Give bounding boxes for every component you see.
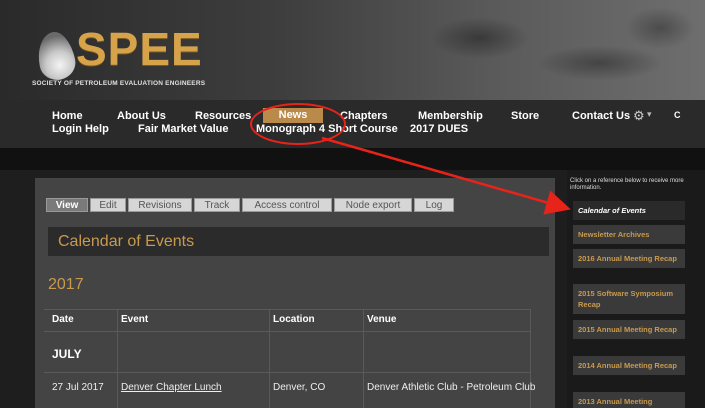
column-divider <box>530 309 531 408</box>
event-link[interactable]: Denver Chapter Lunch <box>121 382 222 393</box>
table-cell-location: Denver, CO <box>273 382 326 393</box>
col-header-date: Date <box>52 314 74 325</box>
spacer <box>0 148 705 170</box>
nav-about-us[interactable]: About Us <box>117 110 166 122</box>
sidebar-item-2013-annual-meeting[interactable]: 2013 Annual Meeting <box>573 392 685 408</box>
logo-tagline: SOCIETY OF PETROLEUM EVALUATION ENGINEER… <box>32 80 206 87</box>
nav-contact-us[interactable]: Contact Us <box>572 110 630 122</box>
year-heading: 2017 <box>48 276 84 293</box>
nav-resources[interactable]: Resources <box>195 110 251 122</box>
tab-view[interactable]: View <box>46 198 88 212</box>
sidebar-item-2014-annual-meeting-recap[interactable]: 2014 Annual Meeting Recap <box>573 356 685 375</box>
tab-access-control[interactable]: Access control <box>242 198 332 212</box>
tab-node-export[interactable]: Node export <box>334 198 412 212</box>
table-cell-date: 27 Jul 2017 <box>52 382 104 393</box>
col-header-event: Event <box>121 314 149 325</box>
tab-log[interactable]: Log <box>414 198 454 212</box>
gear-icon[interactable]: ⚙ <box>633 108 645 124</box>
nav-fair-market-value[interactable]: Fair Market Value <box>138 123 229 135</box>
nav-chapters[interactable]: Chapters <box>340 110 388 122</box>
column-divider <box>117 309 118 408</box>
month-group-label: JULY <box>52 347 82 361</box>
sidebar-item-2015-annual-meeting-recap[interactable]: 2015 Annual Meeting Recap <box>573 320 685 339</box>
site-header: SPEE SOCIETY OF PETROLEUM EVALUATION ENG… <box>0 0 705 100</box>
row-divider <box>44 372 530 373</box>
sidebar-item-2015-software-symposium-recap[interactable]: 2015 Software Symposium Recap <box>573 284 685 314</box>
table-cell-venue: Denver Athletic Club - Petroleum Club <box>367 382 536 393</box>
sidebar-item-2016-annual-meeting-recap[interactable]: 2016 Annual Meeting Recap <box>573 249 685 268</box>
flame-icon <box>33 28 79 84</box>
sidebar-item-newsletter-archives[interactable]: Newsletter Archives <box>573 225 685 244</box>
annotation-circle <box>250 103 346 145</box>
nav-edge-letter[interactable]: C <box>674 110 681 120</box>
nav-home[interactable]: Home <box>52 110 83 122</box>
chevron-down-icon[interactable]: ▾ <box>647 109 652 120</box>
sidebar-note: Click on a reference below to receive mo… <box>570 178 684 191</box>
nav-dues[interactable]: 2017 DUES <box>410 123 468 135</box>
nav-login-help[interactable]: Login Help <box>52 123 109 135</box>
column-divider <box>269 309 270 408</box>
logo-text: SPEE <box>76 23 203 75</box>
tab-edit[interactable]: Edit <box>90 198 126 212</box>
nav-store[interactable]: Store <box>511 110 539 122</box>
column-divider <box>363 309 364 408</box>
tab-revisions[interactable]: Revisions <box>128 198 192 212</box>
nav-membership[interactable]: Membership <box>418 110 483 122</box>
page-title-bar: Calendar of Events <box>48 227 549 256</box>
sidebar-item-calendar-of-events[interactable]: Calendar of Events <box>573 201 685 220</box>
tab-track[interactable]: Track <box>194 198 240 212</box>
spee-logo[interactable]: SPEE SOCIETY OF PETROLEUM EVALUATION ENG… <box>30 18 205 98</box>
col-header-venue: Venue <box>367 314 397 325</box>
col-header-location: Location <box>273 314 315 325</box>
page-title: Calendar of Events <box>58 233 195 250</box>
